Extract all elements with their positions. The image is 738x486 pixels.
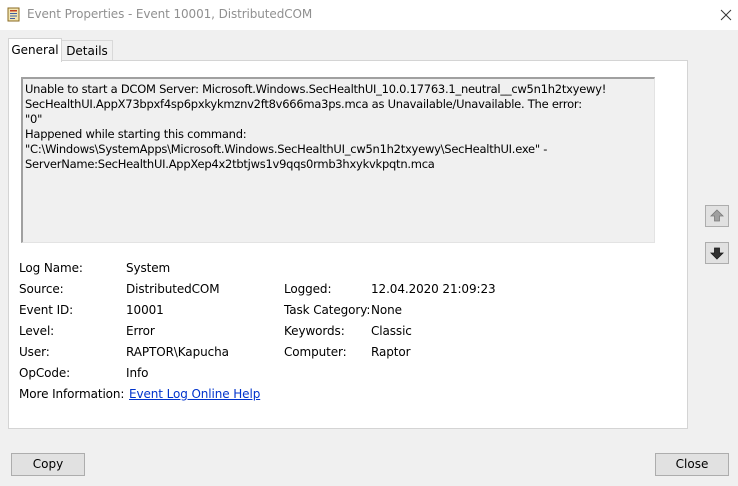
user-label: User: bbox=[19, 345, 50, 359]
keywords-label: Keywords: bbox=[284, 324, 345, 338]
event-viewer-icon bbox=[7, 7, 21, 22]
level-label: Level: bbox=[19, 324, 55, 338]
next-event-button[interactable] bbox=[705, 242, 729, 264]
title-bar: Event Properties - Event 10001, Distribu… bbox=[0, 0, 738, 30]
description-line: Happened while starting this command: bbox=[25, 127, 247, 141]
tab-details[interactable]: Details bbox=[62, 40, 113, 61]
task-category-value: None bbox=[371, 303, 402, 317]
computer-value: Raptor bbox=[371, 345, 411, 359]
event-id-value: 10001 bbox=[126, 303, 164, 317]
close-button[interactable]: Close bbox=[655, 453, 729, 476]
more-information-label: More Information: bbox=[19, 387, 125, 401]
description-line: "C:\Windows\SystemApps\Microsoft.Windows… bbox=[25, 142, 548, 156]
event-id-label: Event ID: bbox=[19, 303, 74, 317]
level-value: Error bbox=[126, 324, 155, 338]
description-line: ServerName:SecHealthUI.AppXep4x2tbtjws1v… bbox=[25, 157, 435, 171]
source-label: Source: bbox=[19, 282, 64, 296]
computer-label: Computer: bbox=[284, 345, 347, 359]
copy-button[interactable]: Copy bbox=[11, 453, 85, 476]
log-name-value: System bbox=[126, 261, 171, 275]
opcode-value: Info bbox=[126, 366, 149, 380]
close-icon[interactable] bbox=[714, 4, 738, 26]
logged-label: Logged: bbox=[284, 282, 332, 296]
opcode-label: OpCode: bbox=[19, 366, 71, 380]
user-value: RAPTOR\Kapucha bbox=[126, 345, 229, 359]
logged-value: 12.04.2020 21:09:23 bbox=[371, 282, 496, 296]
previous-event-button[interactable] bbox=[705, 205, 729, 227]
keywords-value: Classic bbox=[371, 324, 412, 338]
description-line: Unable to start a DCOM Server: Microsoft… bbox=[25, 82, 607, 96]
tab-general[interactable]: General bbox=[8, 38, 62, 62]
event-log-online-help-link[interactable]: Event Log Online Help bbox=[129, 387, 260, 401]
log-name-label: Log Name: bbox=[19, 261, 83, 275]
event-description[interactable]: Unable to start a DCOM Server: Microsoft… bbox=[21, 77, 655, 243]
description-line: SecHealthUI.AppX73bpxf4sp6pxkykmznv2ft8v… bbox=[25, 97, 582, 111]
task-category-label: Task Category: bbox=[284, 303, 371, 317]
source-value: DistributedCOM bbox=[126, 282, 220, 296]
description-line: "0" bbox=[25, 112, 43, 126]
window-title: Event Properties - Event 10001, Distribu… bbox=[27, 7, 313, 21]
